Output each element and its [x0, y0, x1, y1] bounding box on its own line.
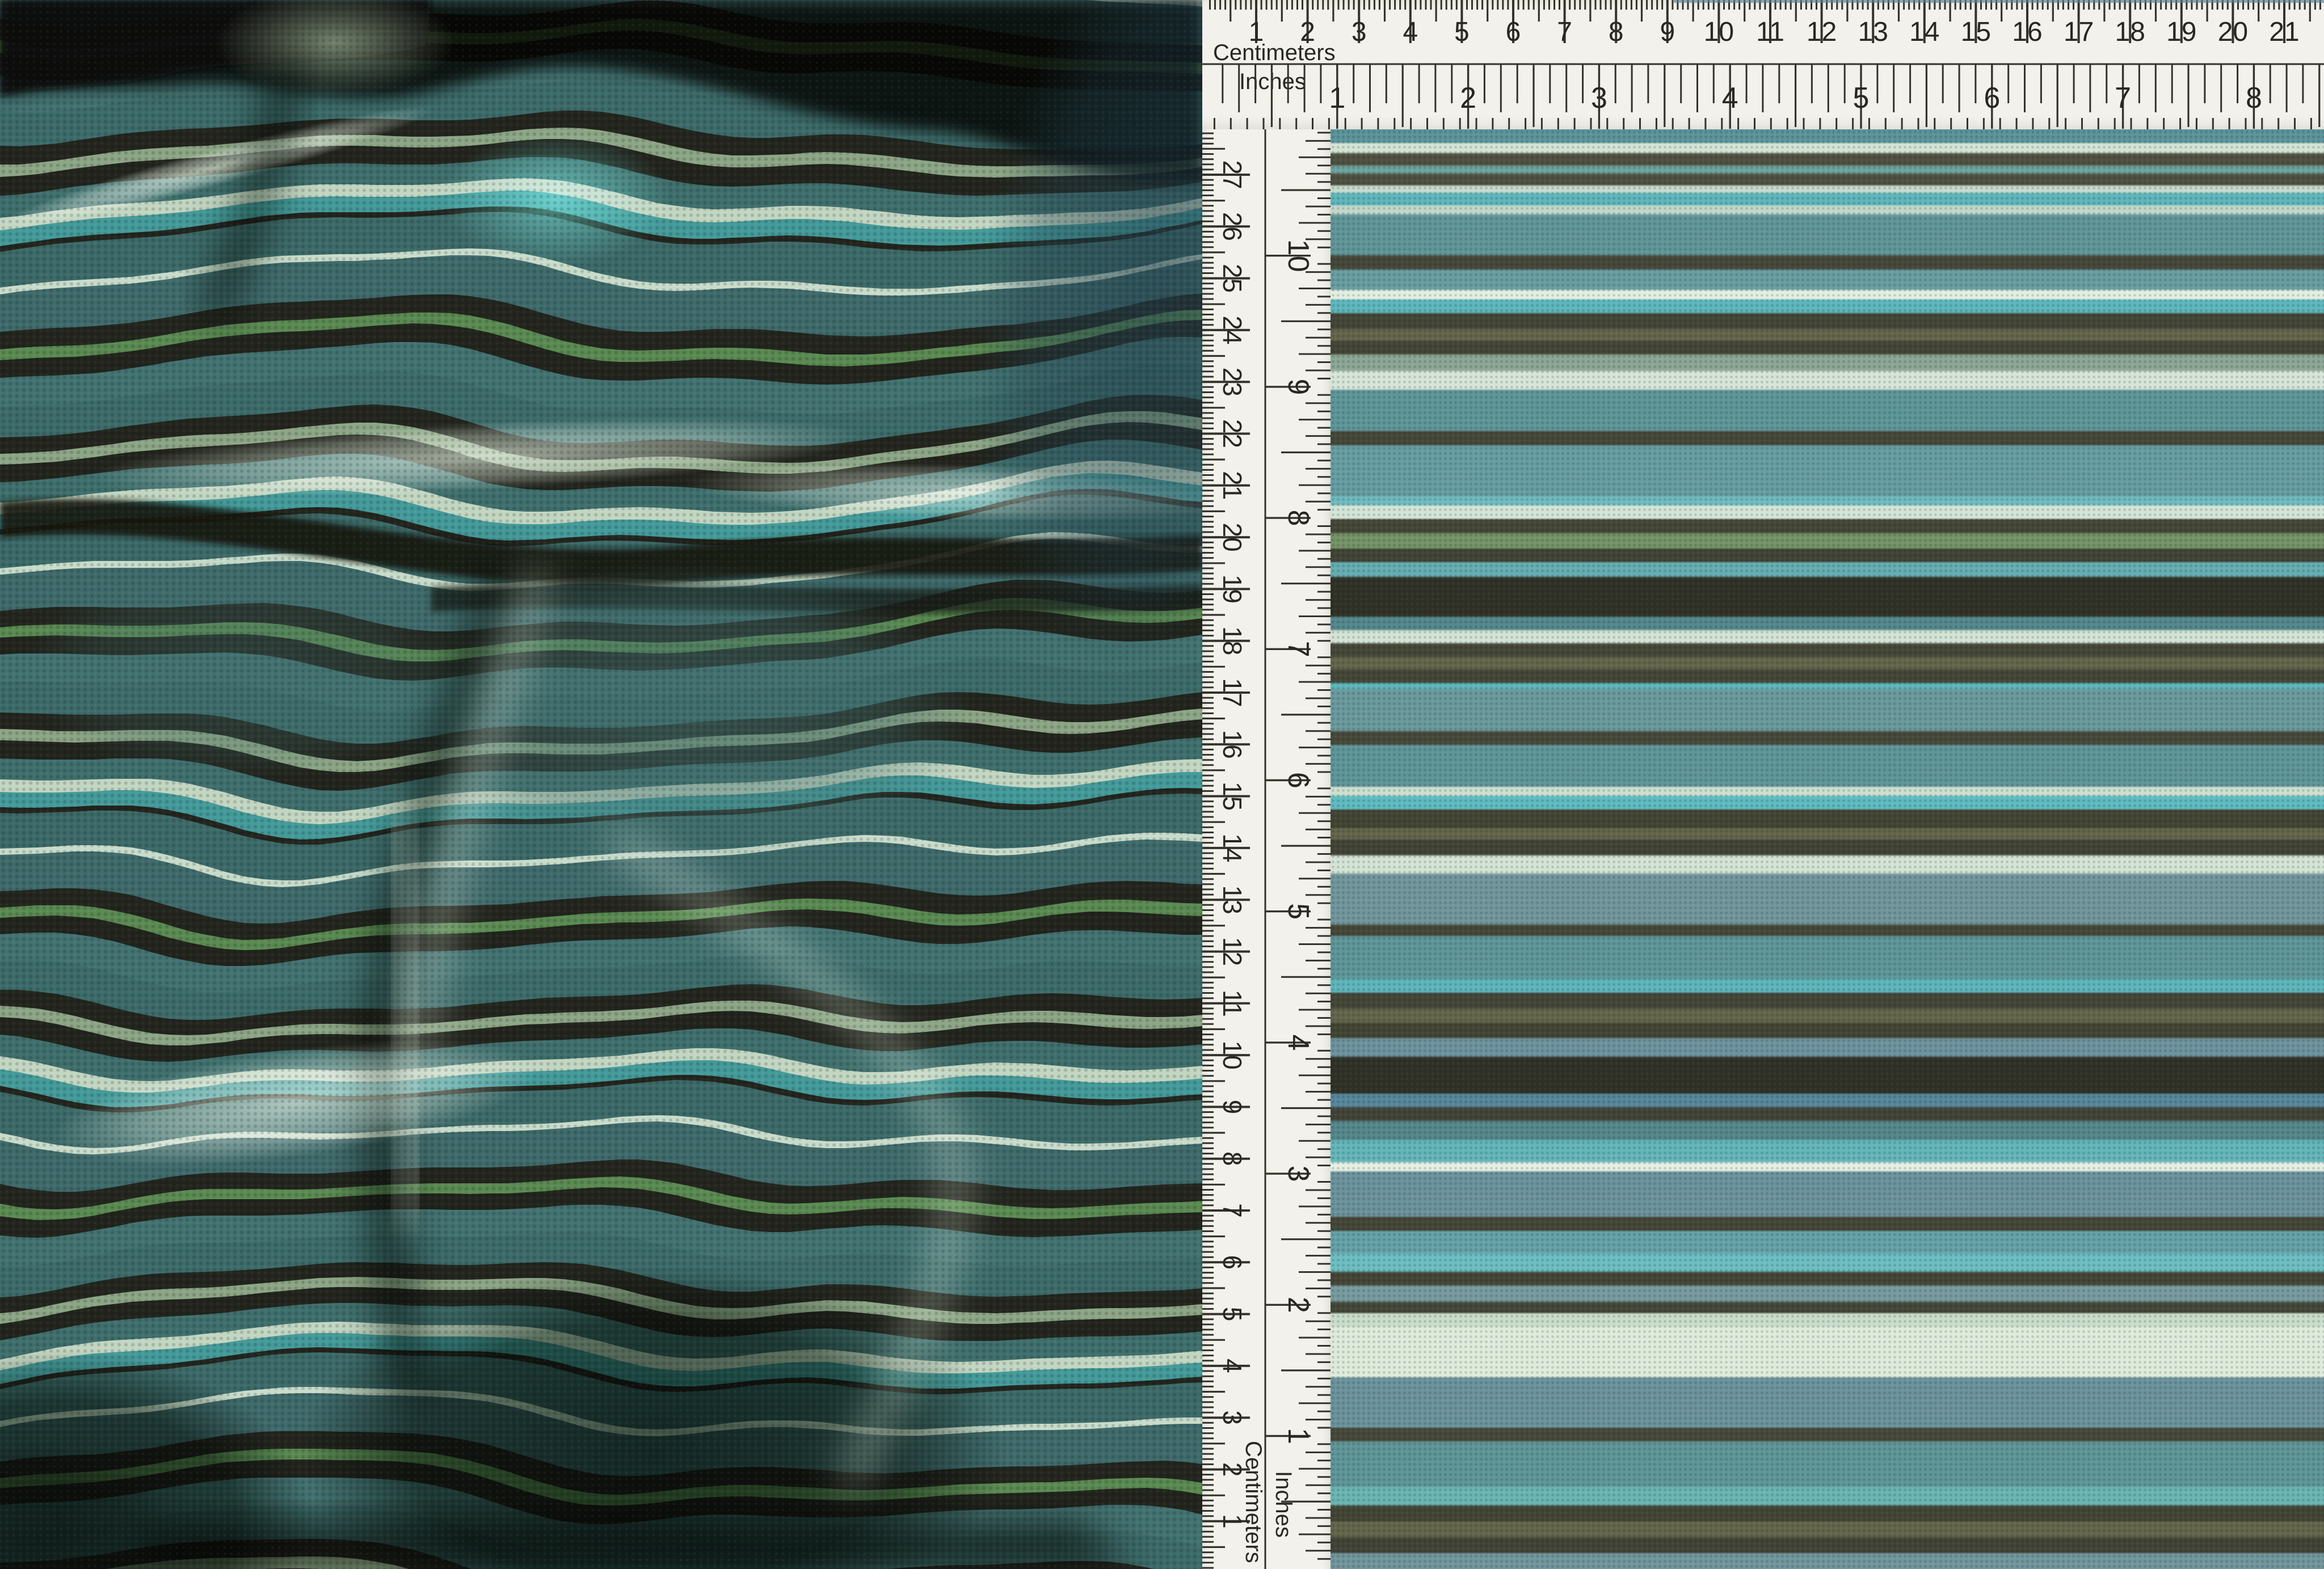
svg-text:9: 9 — [1660, 17, 1675, 47]
svg-text:17: 17 — [2064, 17, 2094, 47]
svg-text:10: 10 — [1218, 1041, 1247, 1070]
svg-text:21: 21 — [2269, 17, 2299, 47]
svg-text:2: 2 — [1460, 82, 1476, 115]
svg-text:7: 7 — [1218, 1203, 1247, 1218]
svg-text:4: 4 — [1282, 1034, 1315, 1051]
svg-text:4: 4 — [1722, 82, 1738, 115]
svg-text:22: 22 — [1218, 419, 1247, 448]
svg-text:10: 10 — [1704, 17, 1734, 47]
svg-text:13: 13 — [1858, 17, 1888, 47]
svg-text:4: 4 — [1403, 17, 1418, 47]
svg-text:Centimeters: Centimeters — [1241, 1441, 1266, 1563]
svg-text:18: 18 — [2115, 17, 2145, 47]
svg-text:3: 3 — [1591, 82, 1607, 115]
svg-text:14: 14 — [1909, 17, 1939, 47]
svg-text:7: 7 — [1557, 17, 1572, 47]
svg-text:17: 17 — [1218, 678, 1247, 707]
svg-text:5: 5 — [1218, 1307, 1247, 1322]
svg-text:9: 9 — [1218, 1100, 1247, 1115]
svg-text:5: 5 — [1454, 17, 1470, 47]
svg-text:3: 3 — [1218, 1410, 1247, 1425]
svg-text:16: 16 — [1218, 730, 1247, 759]
svg-text:11: 11 — [1756, 17, 1784, 47]
svg-text:10: 10 — [1282, 239, 1315, 272]
svg-text:19: 19 — [1218, 575, 1247, 604]
svg-text:15: 15 — [1218, 782, 1247, 811]
svg-text:11: 11 — [1218, 990, 1247, 1017]
svg-text:9: 9 — [1282, 378, 1315, 395]
svg-text:3: 3 — [1282, 1166, 1315, 1182]
svg-text:3: 3 — [1352, 17, 1367, 47]
svg-text:6: 6 — [1506, 17, 1521, 47]
svg-text:4: 4 — [1218, 1359, 1247, 1373]
svg-text:8: 8 — [1609, 17, 1624, 47]
svg-text:Inches: Inches — [1271, 1471, 1296, 1538]
svg-text:2: 2 — [1282, 1297, 1315, 1313]
svg-text:18: 18 — [1218, 626, 1247, 655]
svg-text:7: 7 — [1282, 641, 1315, 657]
svg-text:5: 5 — [1282, 903, 1315, 920]
svg-text:24: 24 — [1218, 315, 1247, 344]
svg-text:26: 26 — [1218, 212, 1247, 241]
svg-text:25: 25 — [1218, 264, 1247, 293]
svg-text:14: 14 — [1218, 833, 1247, 862]
svg-text:19: 19 — [2166, 17, 2196, 47]
svg-text:5: 5 — [1853, 82, 1870, 115]
svg-text:27: 27 — [1218, 160, 1247, 189]
svg-text:6: 6 — [1984, 82, 2000, 115]
svg-text:1: 1 — [1329, 82, 1345, 115]
svg-text:23: 23 — [1218, 368, 1247, 397]
svg-text:20: 20 — [2218, 17, 2248, 47]
svg-text:8: 8 — [1218, 1152, 1247, 1166]
svg-text:7: 7 — [2115, 82, 2131, 115]
svg-text:13: 13 — [1218, 885, 1247, 914]
svg-text:8: 8 — [1282, 510, 1315, 526]
svg-text:16: 16 — [2012, 17, 2042, 47]
svg-text:1: 1 — [1282, 1428, 1315, 1444]
svg-text:12: 12 — [1218, 937, 1247, 966]
svg-text:20: 20 — [1218, 523, 1247, 552]
svg-text:12: 12 — [1807, 17, 1837, 47]
svg-text:6: 6 — [1218, 1255, 1247, 1270]
svg-text:6: 6 — [1282, 772, 1315, 788]
svg-text:21: 21 — [1218, 471, 1247, 500]
svg-text:Centimeters: Centimeters — [1213, 40, 1336, 65]
svg-text:15: 15 — [1961, 17, 1991, 47]
svg-text:8: 8 — [2246, 82, 2262, 115]
